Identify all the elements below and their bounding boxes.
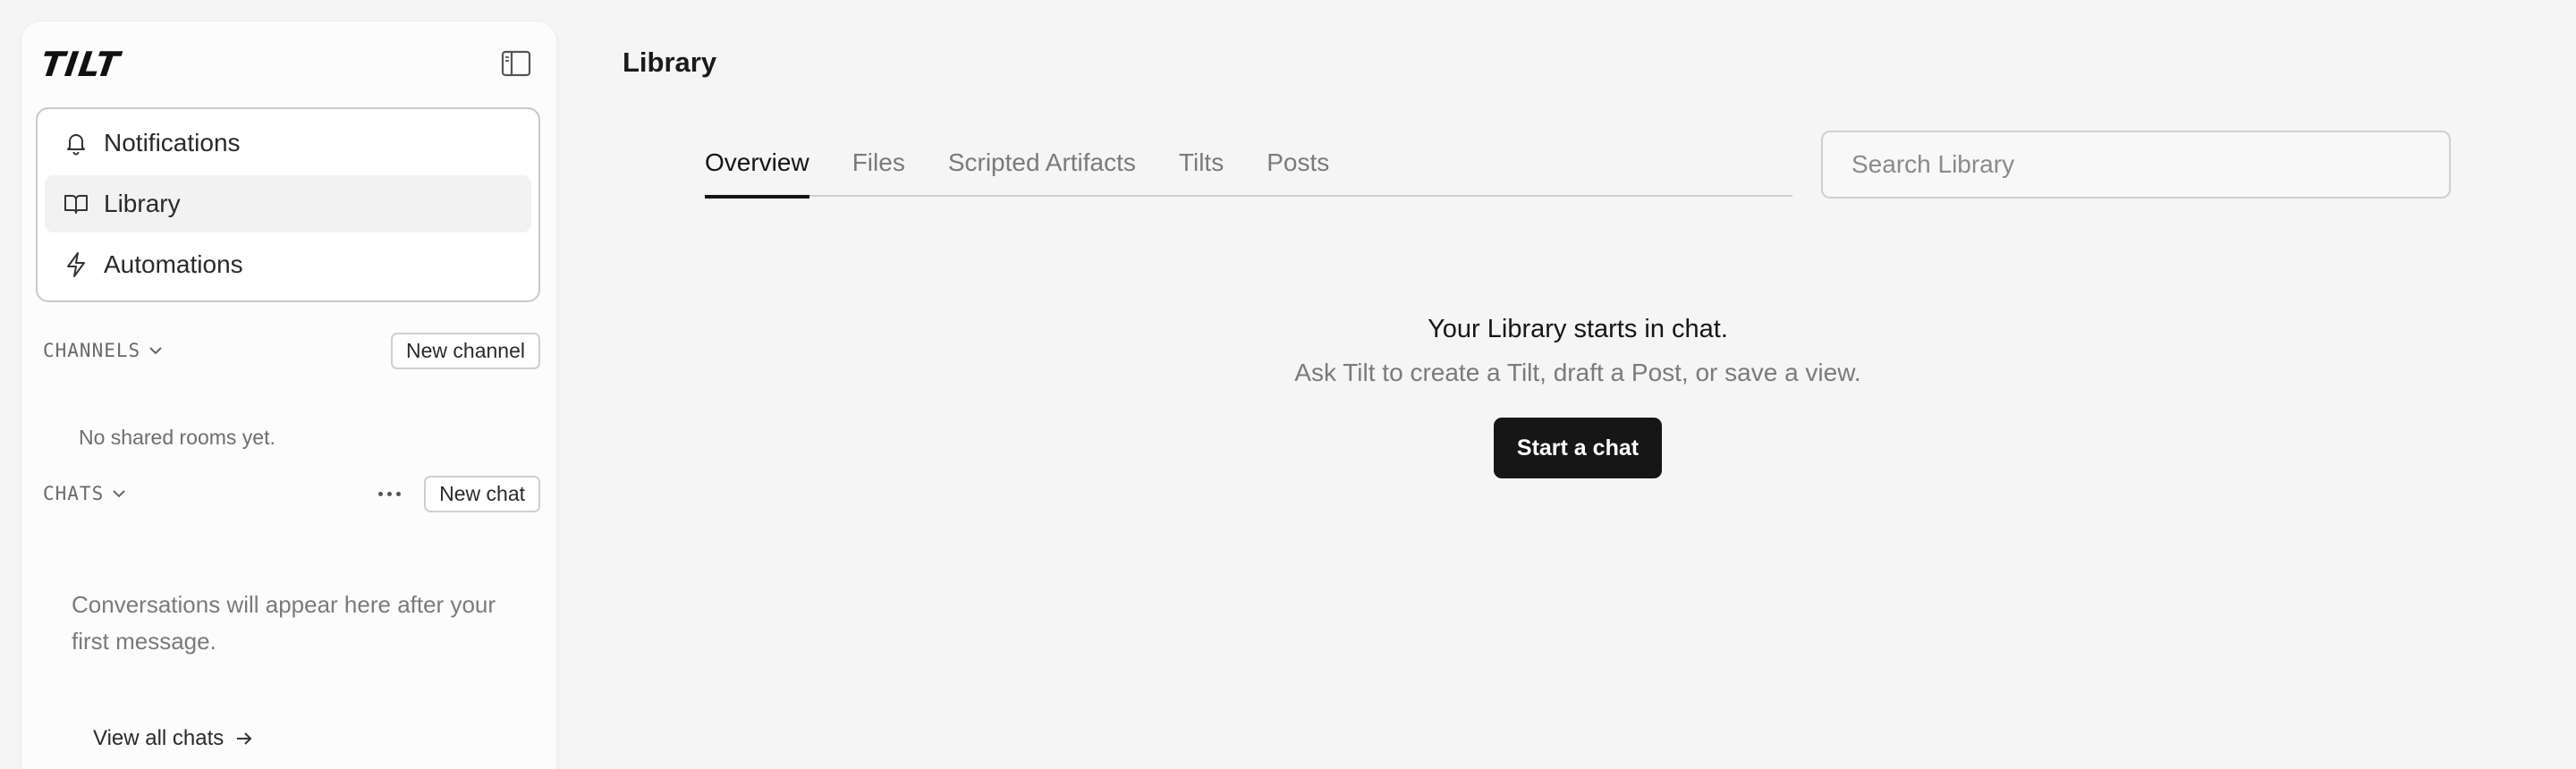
nav-item-library[interactable]: Library	[45, 175, 531, 232]
library-tabs: Overview Files Scripted Artifacts Tilts …	[705, 132, 1792, 199]
arrow-right-icon	[237, 732, 252, 745]
new-chat-button[interactable]: New chat	[424, 475, 540, 512]
new-channel-button[interactable]: New channel	[391, 332, 540, 369]
view-all-chats-link[interactable]: View all chats	[93, 726, 254, 751]
search-input[interactable]	[1821, 131, 2451, 199]
nav-item-notifications[interactable]: Notifications	[45, 114, 531, 172]
tab-files[interactable]: Files	[852, 132, 905, 197]
nav-item-automations[interactable]: Automations	[45, 236, 531, 293]
sidebar-panel-icon	[501, 50, 531, 77]
sidebar: TILT Notifications Library Automations C…	[21, 21, 556, 769]
empty-state-subtitle: Ask Tilt to create a Tilt, draft a Post,…	[1294, 359, 1861, 386]
channels-section-toggle[interactable]: CHANNELS	[43, 340, 164, 361]
tab-posts[interactable]: Posts	[1267, 132, 1329, 197]
primary-nav: Notifications Library Automations	[36, 107, 540, 302]
channels-empty-text: No shared rooms yet.	[79, 426, 275, 449]
more-options-icon[interactable]	[375, 486, 404, 502]
page-title: Library	[623, 46, 717, 78]
start-chat-button[interactable]: Start a chat	[1493, 418, 1663, 478]
nav-item-label: Notifications	[104, 129, 241, 156]
empty-state-title: Your Library starts in chat.	[1428, 315, 1728, 343]
chevron-down-icon	[111, 488, 127, 499]
lightning-icon	[63, 251, 89, 278]
chats-section-toggle[interactable]: CHATS	[43, 483, 127, 504]
tab-overview[interactable]: Overview	[705, 132, 809, 199]
nav-item-label: Automations	[104, 250, 243, 278]
library-empty-state: Your Library starts in chat. Ask Tilt to…	[1073, 315, 2082, 478]
app-logo[interactable]: TILT	[38, 45, 123, 84]
channels-header: CHANNELS New channel	[43, 332, 540, 369]
tab-tilts[interactable]: Tilts	[1179, 132, 1224, 197]
view-all-chats-label: View all chats	[93, 726, 225, 750]
book-icon	[63, 190, 89, 217]
chats-empty-text: Conversations will appear here after you…	[72, 591, 496, 655]
channels-title: CHANNELS	[43, 340, 141, 361]
bell-icon	[63, 130, 89, 156]
chevron-down-icon	[148, 345, 164, 356]
sidebar-toggle-button[interactable]	[501, 50, 531, 77]
chats-header: CHATS New chat	[43, 475, 540, 512]
chats-title: CHATS	[43, 483, 105, 504]
tab-scripted-artifacts[interactable]: Scripted Artifacts	[948, 132, 1136, 197]
nav-item-label: Library	[104, 190, 181, 217]
